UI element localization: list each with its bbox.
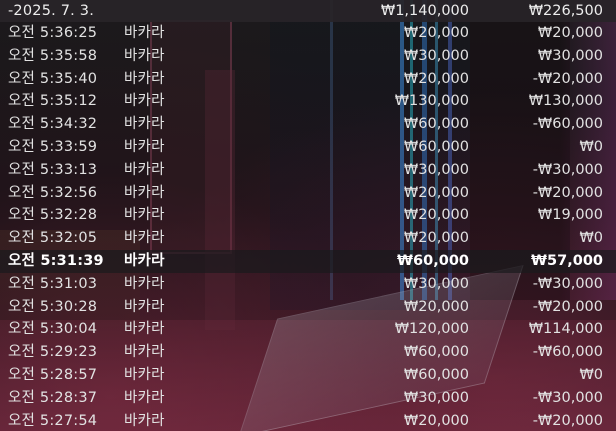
history-row[interactable]: 오전 5:31:39 바카라 ₩60,000 ₩57,000 [0, 249, 616, 273]
row-time: 오전 5:30:28 [8, 298, 98, 315]
row-bet-amount: ₩20,000 [403, 25, 469, 41]
row-time: 오전 5:32:28 [8, 207, 98, 224]
row-bet-amount: ₩60,000 [403, 116, 469, 133]
history-row[interactable]: 오전 5:31:03 바카라 ₩30,000 -₩30,000 [0, 273, 616, 296]
row-time: 오전 5:28:57 [8, 366, 98, 383]
row-game-name: 바카라 [124, 138, 165, 155]
row-result-amount: ₩30,000 [537, 47, 603, 64]
row-game-name: 바카라 [124, 93, 165, 110]
row-time: 오전 5:33:59 [8, 138, 98, 155]
row-result-amount: ₩0 [579, 230, 603, 247]
row-result-amount: ₩20,000 [537, 25, 603, 41]
row-bet-amount: ₩20,000 [403, 70, 469, 87]
row-game-name: 바카라 [124, 161, 165, 178]
history-row[interactable]: 오전 5:32:28 바카라 ₩20,000 ₩19,000 [0, 204, 616, 227]
row-bet-amount: ₩120,000 [394, 321, 469, 338]
row-bet-amount: ₩20,000 [403, 298, 469, 315]
row-bet-amount: ₩60,000 [397, 252, 469, 269]
date-label: -2025. 7. 3. [8, 3, 95, 19]
row-time: 오전 5:27:54 [8, 412, 98, 429]
history-row[interactable]: 오전 5:30:04 바카라 ₩120,000 ₩114,000 [0, 318, 616, 341]
history-row[interactable]: 오전 5:28:37 바카라 ₩30,000 -₩30,000 [0, 387, 616, 410]
row-game-name: 바카라 [124, 230, 165, 247]
history-row[interactable]: 오전 5:35:58 바카라 ₩30,000 ₩30,000 [0, 45, 616, 68]
row-result-amount: ₩130,000 [528, 93, 603, 110]
row-bet-amount: ₩20,000 [403, 184, 469, 201]
row-bet-amount: ₩30,000 [403, 161, 469, 178]
history-row[interactable]: 오전 5:35:40 바카라 ₩20,000 -₩20,000 [0, 68, 616, 91]
date-summary-row[interactable]: -2025. 7. 3. ₩1,140,000 ₩226,500 [0, 0, 616, 22]
row-result-amount: -₩20,000 [532, 298, 603, 315]
row-game-name: 바카라 [124, 184, 165, 201]
row-game-name: 바카라 [124, 412, 165, 429]
row-result-amount: -₩30,000 [532, 275, 603, 292]
total-result-amount: ₩226,500 [528, 3, 603, 19]
row-game-name: 바카라 [124, 344, 165, 361]
row-game-name: 바카라 [124, 321, 165, 338]
row-time: 오전 5:28:37 [8, 389, 98, 406]
row-bet-amount: ₩60,000 [403, 138, 469, 155]
row-time: 오전 5:29:23 [8, 344, 98, 361]
history-row[interactable]: 오전 5:28:57 바카라 ₩60,000 ₩0 [0, 364, 616, 387]
row-game-name: 바카라 [124, 389, 165, 406]
history-row[interactable]: 오전 5:30:28 바카라 ₩20,000 -₩20,000 [0, 296, 616, 319]
row-game-name: 바카라 [124, 207, 165, 224]
row-result-amount: ₩114,000 [528, 321, 603, 338]
row-result-amount: ₩19,000 [537, 207, 603, 224]
history-row[interactable]: 오전 5:32:56 바카라 ₩20,000 -₩20,000 [0, 182, 616, 205]
row-bet-amount: ₩30,000 [403, 47, 469, 64]
row-game-name: 바카라 [124, 25, 165, 41]
row-time: 오전 5:32:05 [8, 230, 98, 247]
row-result-amount: -₩20,000 [532, 412, 603, 429]
row-time: 오전 5:35:40 [8, 70, 98, 87]
row-result-amount: ₩0 [579, 138, 603, 155]
row-time: 오전 5:34:32 [8, 116, 98, 133]
history-row[interactable]: 오전 5:27:54 바카라 ₩20,000 -₩20,000 [0, 410, 616, 431]
history-row[interactable]: 오전 5:36:25 바카라 ₩20,000 ₩20,000 [0, 22, 616, 45]
row-result-amount: -₩20,000 [532, 184, 603, 201]
row-bet-amount: ₩60,000 [403, 366, 469, 383]
row-bet-amount: ₩30,000 [403, 389, 469, 406]
row-result-amount: ₩0 [579, 366, 603, 383]
row-time: 오전 5:31:39 [8, 252, 104, 269]
row-time: 오전 5:32:56 [8, 184, 98, 201]
row-time: 오전 5:36:25 [8, 25, 98, 41]
row-bet-amount: ₩130,000 [394, 93, 469, 110]
history-row[interactable]: 오전 5:32:05 바카라 ₩20,000 ₩0 [0, 227, 616, 250]
row-game-name: 바카라 [124, 116, 165, 133]
row-bet-amount: ₩20,000 [403, 207, 469, 224]
row-result-amount: -₩60,000 [532, 116, 603, 133]
row-bet-amount: ₩20,000 [403, 412, 469, 429]
row-time: 오전 5:33:13 [8, 161, 98, 178]
betting-history-list: -2025. 7. 3. ₩1,140,000 ₩226,500 오전 5:36… [0, 0, 616, 431]
history-screen: -2025. 7. 3. ₩1,140,000 ₩226,500 오전 5:36… [0, 0, 616, 431]
row-time: 오전 5:35:12 [8, 93, 98, 110]
row-time: 오전 5:31:03 [8, 275, 98, 292]
history-row[interactable]: 오전 5:33:59 바카라 ₩60,000 ₩0 [0, 136, 616, 159]
row-result-amount: -₩30,000 [532, 389, 603, 406]
history-rows: 오전 5:36:25 바카라 ₩20,000 ₩20,000 오전 5:35:58 바카라… [0, 22, 616, 431]
row-game-name: 바카라 [124, 298, 165, 315]
row-time: 오전 5:35:58 [8, 47, 98, 64]
history-row[interactable]: 오전 5:29:23 바카라 ₩60,000 -₩60,000 [0, 341, 616, 364]
row-game-name: 바카라 [124, 275, 165, 292]
row-game-name: 바카라 [124, 366, 165, 383]
history-row[interactable]: 오전 5:35:12 바카라 ₩130,000 ₩130,000 [0, 90, 616, 113]
row-bet-amount: ₩20,000 [403, 230, 469, 247]
row-game-name: 바카라 [124, 70, 165, 87]
row-game-name: 바카라 [124, 252, 165, 269]
history-row[interactable]: 오전 5:33:13 바카라 ₩30,000 -₩30,000 [0, 159, 616, 182]
row-result-amount: -₩30,000 [532, 161, 603, 178]
row-result-amount: -₩60,000 [532, 344, 603, 361]
row-game-name: 바카라 [124, 47, 165, 64]
total-bet-amount: ₩1,140,000 [380, 3, 469, 19]
row-result-amount: ₩57,000 [531, 252, 603, 269]
row-bet-amount: ₩60,000 [403, 344, 469, 361]
history-row[interactable]: 오전 5:34:32 바카라 ₩60,000 -₩60,000 [0, 113, 616, 136]
row-time: 오전 5:30:04 [8, 321, 98, 338]
row-result-amount: -₩20,000 [532, 70, 603, 87]
row-bet-amount: ₩30,000 [403, 275, 469, 292]
